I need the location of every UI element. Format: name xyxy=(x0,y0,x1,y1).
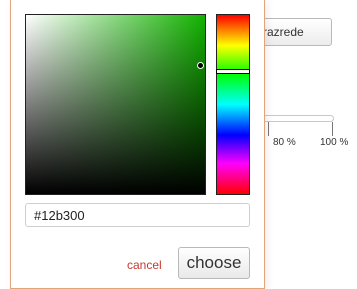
hue-handle-icon[interactable] xyxy=(216,69,250,74)
slider-tick-label-100: 100 % xyxy=(320,137,349,148)
cancel-link[interactable]: cancel xyxy=(127,258,162,272)
choose-button[interactable]: choose xyxy=(178,247,250,279)
hex-color-input[interactable] xyxy=(25,203,250,227)
value-black-gradient xyxy=(26,15,205,194)
color-picker-popup: cancel choose xyxy=(10,0,265,289)
slider-tick-100 xyxy=(332,122,333,136)
saturation-handle-icon[interactable] xyxy=(197,62,204,69)
range-slider-track[interactable] xyxy=(262,115,334,122)
slider-tick-label-80: 80 % xyxy=(273,137,296,148)
hue-slider[interactable] xyxy=(216,14,250,195)
slider-tick-80 xyxy=(268,122,269,136)
saturation-value-area[interactable] xyxy=(25,14,206,195)
